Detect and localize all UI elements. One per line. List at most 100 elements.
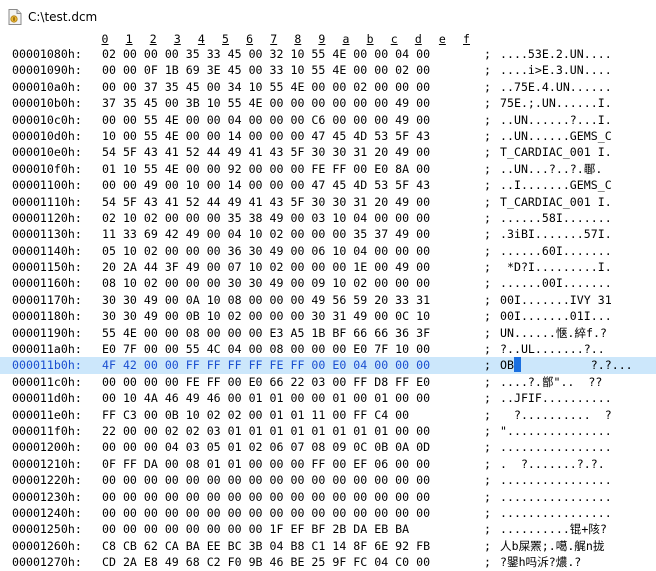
row-ascii[interactable]: *D?I.........I. bbox=[500, 259, 612, 275]
row-separator: ; bbox=[484, 227, 491, 242]
row-ascii[interactable]: ................ bbox=[500, 472, 612, 488]
row-hex-bytes[interactable]: C8 CB 62 CA BA EE BC 3B 04 B8 C1 14 8F 6… bbox=[102, 538, 430, 554]
row-hex-bytes[interactable]: 11 33 69 42 49 00 04 10 02 00 00 00 35 3… bbox=[102, 226, 430, 242]
row-hex-bytes[interactable]: 55 4E 00 00 08 00 00 00 E3 A5 1B BF 66 6… bbox=[102, 325, 430, 341]
row-ascii[interactable]: .3iBI.......57I. bbox=[500, 226, 612, 242]
row-ascii[interactable]: T_CARDIAC_001 I. bbox=[500, 194, 612, 210]
hex-view[interactable]: 00001080h: 02 00 00 00 35 33 45 00 32 10 … bbox=[0, 46, 656, 571]
hex-row[interactable]: 00001180h: 30 30 49 00 0B 10 02 00 00 00 … bbox=[0, 308, 656, 324]
hex-row[interactable]: 00001110h: 54 5F 43 41 52 44 49 41 43 5F … bbox=[0, 194, 656, 210]
row-ascii[interactable]: ..UN......GEMS_C bbox=[500, 128, 612, 144]
hex-row[interactable]: 000011a0h: E0 7F 00 00 55 4C 04 00 08 00 … bbox=[0, 341, 656, 357]
row-ascii[interactable]: ....?.鄫".. ?? bbox=[500, 374, 602, 390]
row-ascii[interactable]: 人b屎罴;.噶.艉n拢 bbox=[500, 538, 604, 554]
hex-row[interactable]: 00001250h: 00 00 00 00 00 00 00 00 1F EF … bbox=[0, 521, 656, 537]
row-hex-bytes[interactable]: 00 00 00 00 00 00 00 00 00 00 00 00 00 0… bbox=[102, 489, 430, 505]
row-hex-bytes[interactable]: 00 00 00 00 00 00 00 00 00 00 00 00 00 0… bbox=[102, 505, 430, 521]
row-ascii[interactable]: ..I.......GEMS_C bbox=[500, 177, 612, 193]
hex-row[interactable]: 000011c0h: 00 00 00 00 FE FF 00 E0 66 22 … bbox=[0, 374, 656, 390]
row-ascii[interactable]: 00I.......01I... bbox=[500, 308, 612, 324]
row-hex-bytes[interactable]: 10 00 55 4E 00 00 14 00 00 00 47 45 4D 5… bbox=[102, 128, 430, 144]
row-ascii[interactable]: ....i>E.3.UN.... bbox=[500, 62, 612, 78]
row-ascii[interactable]: ..UN...?..?.鄳. bbox=[500, 161, 602, 177]
row-ascii[interactable]: T_CARDIAC_001 I. bbox=[500, 144, 612, 160]
row-hex-bytes[interactable]: 54 5F 43 41 52 44 49 41 43 5F 30 30 31 2… bbox=[102, 194, 430, 210]
row-hex-bytes[interactable]: 0F FF DA 00 08 01 01 00 00 00 FF 00 EF 0… bbox=[102, 456, 430, 472]
row-hex-bytes[interactable]: 30 30 49 00 0B 10 02 00 00 00 30 31 49 0… bbox=[102, 308, 430, 324]
row-ascii[interactable]: ......00I....... bbox=[500, 275, 612, 291]
hex-row[interactable]: 000010b0h: 37 35 45 00 3B 10 55 4E 00 00 … bbox=[0, 95, 656, 111]
hex-row[interactable]: 00001230h: 00 00 00 00 00 00 00 00 00 00 … bbox=[0, 489, 656, 505]
row-ascii[interactable]: UN......惬.綷f.? bbox=[500, 325, 607, 341]
row-hex-bytes[interactable]: 00 00 00 04 03 05 01 02 06 07 08 09 0C 0… bbox=[102, 439, 430, 455]
hex-row[interactable]: 00001090h: 00 00 0F 1B 69 3E 45 00 33 10 … bbox=[0, 62, 656, 78]
row-ascii[interactable]: "............... bbox=[500, 423, 612, 439]
row-hex-bytes[interactable]: 20 2A 44 3F 49 00 07 10 02 00 00 00 1E 0… bbox=[102, 259, 430, 275]
row-ascii[interactable]: ......60I....... bbox=[500, 243, 612, 259]
row-address: 000010f0h: bbox=[12, 161, 82, 176]
row-ascii[interactable]: ?.......... ? bbox=[500, 407, 612, 423]
row-hex-bytes[interactable]: 02 10 02 00 00 00 35 38 49 00 03 10 04 0… bbox=[102, 210, 430, 226]
row-hex-bytes[interactable]: 00 00 55 4E 00 00 04 00 00 00 C6 00 00 0… bbox=[102, 112, 430, 128]
row-ascii[interactable]: 00I.......IVY 31 bbox=[500, 292, 612, 308]
hex-row[interactable]: 000011b0h: 4F 42 00 00 FF FF FF FF FE FF … bbox=[0, 357, 656, 374]
hex-row[interactable]: 000010d0h: 10 00 55 4E 00 00 14 00 00 00 … bbox=[0, 128, 656, 144]
hex-row[interactable]: 000010e0h: 54 5F 43 41 52 44 49 41 43 5F … bbox=[0, 144, 656, 160]
row-ascii[interactable]: ..JFIF.......... bbox=[500, 390, 612, 406]
row-hex-bytes[interactable]: 00 00 49 00 10 00 14 00 00 00 47 45 4D 5… bbox=[102, 177, 430, 193]
hex-row[interactable]: 00001210h: 0F FF DA 00 08 01 01 00 00 00 … bbox=[0, 456, 656, 472]
row-ascii[interactable]: 75E.;.UN......I. bbox=[500, 95, 612, 111]
row-hex-bytes[interactable]: 00 00 00 00 00 00 00 00 1F EF BF 2B DA E… bbox=[102, 521, 409, 537]
row-ascii[interactable]: ................ bbox=[500, 439, 612, 455]
row-hex-bytes[interactable]: 08 10 02 00 00 00 30 30 49 00 09 10 02 0… bbox=[102, 275, 430, 291]
row-ascii[interactable]: ..........锟+陔? bbox=[500, 521, 607, 537]
hex-row[interactable]: 000010a0h: 00 00 37 35 45 00 34 10 55 4E … bbox=[0, 79, 656, 95]
row-ascii[interactable]: . ?.......?.?. bbox=[500, 456, 605, 472]
hex-row[interactable]: 00001170h: 30 30 49 00 0A 10 08 00 00 00 … bbox=[0, 292, 656, 308]
row-address: 000010b0h: bbox=[12, 96, 82, 111]
row-hex-bytes[interactable]: 54 5F 43 41 52 44 49 41 43 5F 30 30 31 2… bbox=[102, 144, 430, 160]
hex-row[interactable]: 00001160h: 08 10 02 00 00 00 30 30 49 00 … bbox=[0, 275, 656, 291]
row-hex-bytes[interactable]: 00 10 4A 46 49 46 00 01 01 00 00 01 00 0… bbox=[102, 390, 430, 406]
hex-row[interactable]: 00001140h: 05 10 02 00 00 00 36 30 49 00 … bbox=[0, 243, 656, 259]
row-hex-bytes[interactable]: 02 00 00 00 35 33 45 00 32 10 55 4E 00 0… bbox=[102, 46, 430, 62]
row-hex-bytes[interactable]: 00 00 00 00 00 00 00 00 00 00 00 00 00 0… bbox=[102, 472, 430, 488]
row-ascii[interactable]: OB ?.?... bbox=[500, 357, 633, 373]
row-hex-bytes[interactable]: 00 00 00 00 FE FF 00 E0 66 22 03 00 FF D… bbox=[102, 374, 430, 390]
row-hex-bytes[interactable]: 00 00 37 35 45 00 34 10 55 4E 00 00 02 0… bbox=[102, 79, 430, 95]
row-hex-bytes[interactable]: 01 10 55 4E 00 00 92 00 00 00 FE FF 00 E… bbox=[102, 161, 430, 177]
row-hex-bytes[interactable]: 22 00 00 02 02 03 01 01 01 01 01 01 01 0… bbox=[102, 423, 430, 439]
row-address: 000011c0h: bbox=[12, 374, 82, 389]
hex-row[interactable]: 00001190h: 55 4E 00 00 08 00 00 00 E3 A5 … bbox=[0, 325, 656, 341]
row-ascii[interactable]: ................ bbox=[500, 505, 612, 521]
row-hex-bytes[interactable]: 4F 42 00 00 FF FF FF FF FE FF 00 E0 04 0… bbox=[102, 357, 430, 373]
hex-row[interactable]: 00001150h: 20 2A 44 3F 49 00 07 10 02 00 … bbox=[0, 259, 656, 275]
hex-row[interactable]: 00001100h: 00 00 49 00 10 00 14 00 00 00 … bbox=[0, 177, 656, 193]
hex-row[interactable]: 000011f0h: 22 00 00 02 02 03 01 01 01 01 … bbox=[0, 423, 656, 439]
hex-row[interactable]: 000010f0h: 01 10 55 4E 00 00 92 00 00 00 … bbox=[0, 161, 656, 177]
row-hex-bytes[interactable]: 05 10 02 00 00 00 36 30 49 00 06 10 04 0… bbox=[102, 243, 430, 259]
hex-row[interactable]: 00001200h: 00 00 00 04 03 05 01 02 06 07 … bbox=[0, 439, 656, 455]
row-hex-bytes[interactable]: FF C3 00 0B 10 02 02 00 01 01 11 00 FF C… bbox=[102, 407, 409, 423]
hex-row[interactable]: 00001080h: 02 00 00 00 35 33 45 00 32 10 … bbox=[0, 46, 656, 62]
row-separator: ; bbox=[484, 473, 491, 488]
hex-row[interactable]: 000011e0h: FF C3 00 0B 10 02 02 00 01 01 … bbox=[0, 407, 656, 423]
hex-row[interactable]: 000010c0h: 00 00 55 4E 00 00 04 00 00 00 … bbox=[0, 112, 656, 128]
hex-row[interactable]: 00001120h: 02 10 02 00 00 00 35 38 49 00 … bbox=[0, 210, 656, 226]
row-ascii[interactable]: ?..UL.......?.. bbox=[500, 341, 605, 357]
row-ascii[interactable]: ................ bbox=[500, 489, 612, 505]
row-ascii[interactable]: ....53E.2.UN.... bbox=[500, 46, 612, 62]
row-ascii[interactable]: ..75E.4.UN...... bbox=[500, 79, 612, 95]
row-hex-bytes[interactable]: 30 30 49 00 0A 10 08 00 00 00 49 56 59 2… bbox=[102, 292, 430, 308]
row-ascii[interactable]: ......58I....... bbox=[500, 210, 612, 226]
hex-row[interactable]: 00001130h: 11 33 69 42 49 00 04 10 02 00 … bbox=[0, 226, 656, 242]
hex-row[interactable]: 00001260h: C8 CB 62 CA BA EE BC 3B 04 B8 … bbox=[0, 538, 656, 554]
row-hex-bytes[interactable]: E0 7F 00 00 55 4C 04 00 08 00 00 00 E0 7… bbox=[102, 341, 430, 357]
row-hex-bytes[interactable]: 37 35 45 00 3B 10 55 4E 00 00 00 00 00 0… bbox=[102, 95, 430, 111]
row-address: 000010c0h: bbox=[12, 112, 82, 127]
row-ascii[interactable]: ..UN......?...I. bbox=[500, 112, 612, 128]
row-hex-bytes[interactable]: 00 00 0F 1B 69 3E 45 00 33 10 55 4E 00 0… bbox=[102, 62, 430, 78]
hex-row[interactable]: 00001240h: 00 00 00 00 00 00 00 00 00 00 … bbox=[0, 505, 656, 521]
hex-row[interactable]: 000011d0h: 00 10 4A 46 49 46 00 01 01 00 … bbox=[0, 390, 656, 406]
hex-row[interactable]: 00001220h: 00 00 00 00 00 00 00 00 00 00 … bbox=[0, 472, 656, 488]
